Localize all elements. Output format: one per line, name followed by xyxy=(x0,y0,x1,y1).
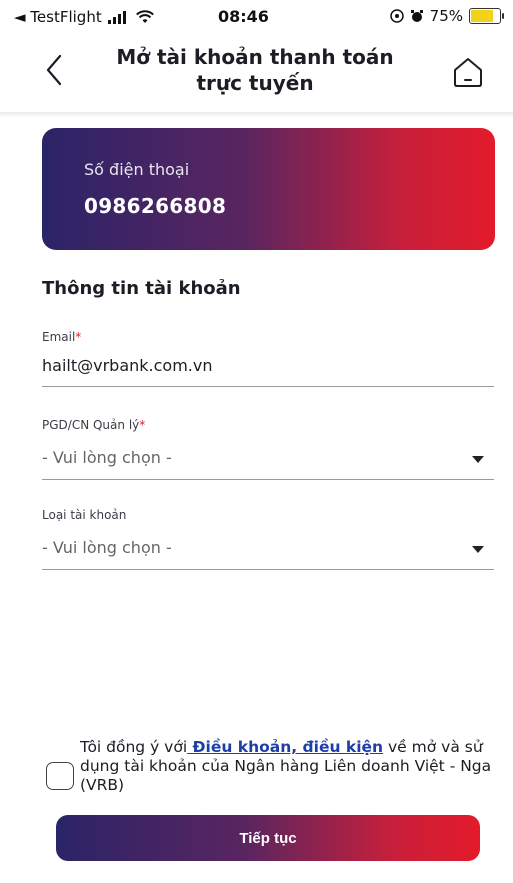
status-left: ◄ TestFlight xyxy=(14,8,154,26)
chevron-down-icon[interactable] xyxy=(472,456,484,463)
email-field[interactable]: Email* hailt@vrbank.com.vn xyxy=(42,330,494,390)
chevron-down-icon[interactable] xyxy=(472,546,484,553)
account-type-label: Loại tài khoản xyxy=(42,508,127,522)
phone-number-card: Số điện thoại 0986266808 xyxy=(42,128,495,250)
battery-icon xyxy=(469,8,504,24)
home-icon[interactable] xyxy=(450,54,486,90)
page-title-line2: trực tuyến xyxy=(196,71,314,95)
status-right: 75% xyxy=(389,7,504,25)
phone-value: 0986266808 xyxy=(84,194,227,218)
chevron-left-icon[interactable] xyxy=(40,50,68,90)
navigation-bar: Mở tài khoản thanh toán trực tuyến xyxy=(0,32,513,114)
email-value[interactable]: hailt@vrbank.com.vn xyxy=(42,356,212,375)
clock: 08:46 xyxy=(218,7,269,26)
terms-agreement: Tôi đồng ý với Điều khoản, điều kiện về … xyxy=(42,738,494,808)
location-icon xyxy=(389,9,404,23)
back-to-app-label[interactable]: ◄ TestFlight xyxy=(14,8,102,26)
account-type-placeholder[interactable]: - Vui lòng chọn - xyxy=(42,538,172,557)
email-label: Email* xyxy=(42,330,82,344)
terms-link[interactable]: Điều khoản, điều kiện xyxy=(187,738,384,756)
required-marker: * xyxy=(139,418,146,432)
account-type-select[interactable]: Loại tài khoản - Vui lòng chọn - xyxy=(42,508,494,572)
terms-checkbox[interactable] xyxy=(46,762,74,790)
page-title-line1: Mở tài khoản thanh toán xyxy=(116,45,394,69)
signal-icon xyxy=(107,11,126,24)
required-marker: * xyxy=(75,330,82,344)
email-underline xyxy=(42,386,494,387)
battery-percent: 75% xyxy=(429,7,463,25)
page-title: Mở tài khoản thanh toán trực tuyến xyxy=(110,44,400,96)
terms-text: Tôi đồng ý với Điều khoản, điều kiện về … xyxy=(80,738,492,794)
phone-label: Số điện thoại xyxy=(84,160,190,179)
account-type-underline xyxy=(42,569,494,570)
continue-button[interactable]: Tiếp tục xyxy=(56,815,480,861)
navbar-divider xyxy=(0,112,513,118)
section-title: Thông tin tài khoản xyxy=(42,278,241,299)
wifi-icon xyxy=(135,10,154,23)
branch-select[interactable]: PGD/CN Quản lý* - Vui lòng chọn - xyxy=(42,418,494,482)
alarm-icon xyxy=(410,10,423,22)
status-bar: ◄ TestFlight 08:46 75% xyxy=(0,0,513,30)
branch-label: PGD/CN Quản lý* xyxy=(42,418,146,432)
branch-underline xyxy=(42,479,494,480)
branch-placeholder[interactable]: - Vui lòng chọn - xyxy=(42,448,172,467)
